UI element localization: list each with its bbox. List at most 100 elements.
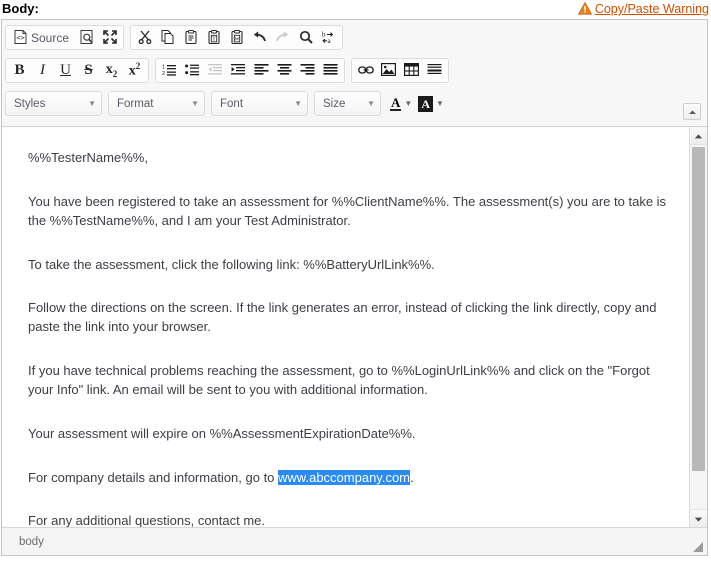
italic-icon: I [40,63,45,78]
indent-icon [231,63,246,78]
preview-button[interactable] [75,27,98,48]
editable-content[interactable]: %%TesterName%%, You have been registered… [2,127,689,527]
copy-icon [161,30,175,46]
clipboard-text-icon: T [207,30,221,46]
svg-text:a: a [328,37,332,44]
format-dropdown-label: Format [117,98,153,110]
copy-button[interactable] [156,27,179,48]
align-left-button[interactable] [250,60,273,81]
clipboard-word-icon: W [230,30,244,46]
editor-footer: body [2,527,707,555]
image-button[interactable] [377,60,400,81]
format-dropdown[interactable]: Format ▼ [108,91,205,116]
superscript-icon: x2 [129,62,141,79]
paragraph-expiration: Your assessment will expire on %%Assessm… [28,425,667,444]
selected-url-text[interactable]: www.abccompany.com [278,470,410,485]
toolbar-group-colors: A ▼ A ▼ [387,91,447,116]
text-color-button[interactable]: A ▼ [387,93,415,114]
bold-icon: B [14,63,24,78]
header-row: Body: Copy/Paste Warning [0,0,711,19]
source-button-label: Source [31,32,69,44]
strike-button[interactable]: S [77,60,100,81]
cut-button[interactable] [133,27,156,48]
styles-dropdown-label: Styles [14,98,45,110]
paragraph-company-details: For company details and information, go … [28,469,667,488]
toolbar-collapse-button[interactable] [683,103,701,120]
link-button[interactable] [354,60,377,81]
element-path-body[interactable]: body [19,536,44,548]
toolbar-row-document: <> Source [5,24,704,51]
maximize-button[interactable] [98,27,121,48]
styles-dropdown[interactable]: Styles ▼ [5,91,102,116]
paste-word-button[interactable]: W [225,27,248,48]
paragraph-closing: For any additional questions, contact me… [28,512,667,527]
replace-button[interactable]: b a [317,27,340,48]
align-justify-icon [323,63,338,78]
align-right-button[interactable] [296,60,319,81]
table-button[interactable] [400,60,423,81]
bulleted-list-icon [185,63,200,78]
scissors-icon [138,30,152,46]
scrollbar-track[interactable] [690,145,707,509]
paragraph-directions: Follow the directions on the screen. If … [28,299,667,337]
editor-toolbar: <> Source [2,20,707,127]
align-right-icon [300,63,315,78]
warning-triangle-icon [578,2,592,18]
bold-button[interactable]: B [8,60,31,81]
background-color-button[interactable]: A ▼ [415,93,447,114]
paragraph-take-assessment: To take the assessment, click the follow… [28,256,667,275]
paragraph-tester-name: %%TesterName%%, [28,149,667,168]
toolbar-group-clipboard: T W [130,25,343,50]
strikethrough-icon: S [84,63,92,78]
chevron-down-icon: ▼ [294,100,302,108]
paste-button[interactable] [179,27,202,48]
source-button[interactable]: <> Source [8,27,75,48]
redo-arrow-icon [275,30,290,46]
ckeditor-frame: <> Source [1,19,708,556]
bulleted-list-button[interactable] [181,60,204,81]
copy-paste-warning-link[interactable]: Copy/Paste Warning [578,2,709,18]
superscript-button[interactable]: x2 [123,60,146,81]
scrollbar-thumb[interactable] [692,147,705,471]
scrollbar-up-button[interactable] [690,127,707,145]
link-icon [358,64,374,78]
svg-text:b: b [322,30,326,38]
resize-grip-icon[interactable] [692,540,704,552]
horizontal-rule-button[interactable] [423,60,446,81]
paste-text-button[interactable]: T [202,27,225,48]
editor-scrollbar[interactable] [689,127,707,527]
paragraph-technical-problems: If you have technical problems reaching … [28,362,667,400]
company-line-before: For company details and information, go … [28,470,278,485]
horizontal-rule-icon [427,63,442,78]
italic-button[interactable]: I [31,60,54,81]
magnifier-icon [299,30,313,46]
editor-page: Body: Copy/Paste Warning [0,0,711,562]
clipboard-icon [184,30,198,46]
image-icon [381,63,396,78]
subscript-button[interactable]: x2 [100,60,123,81]
maximize-icon [103,30,117,46]
align-center-button[interactable] [273,60,296,81]
underline-button[interactable]: U [54,60,77,81]
chevron-down-icon: ▼ [88,100,96,108]
background-color-icon: A [418,96,433,112]
paragraph-registration: You have been registered to take an asse… [28,193,667,231]
size-dropdown[interactable]: Size ▼ [314,91,381,116]
editing-area-wrapper: %%TesterName%%, You have been registered… [2,127,707,527]
font-dropdown[interactable]: Font ▼ [211,91,308,116]
text-color-icon: A [390,96,401,111]
company-line-after: . [410,470,414,485]
underline-icon: U [60,63,71,78]
numbered-list-button[interactable]: 1 2 [158,60,181,81]
outdent-button [204,60,227,81]
svg-text:2: 2 [162,71,165,76]
undo-arrow-icon [252,30,267,46]
justify-button[interactable] [319,60,342,81]
align-center-icon [277,63,292,78]
svg-text:T: T [212,36,216,42]
undo-button[interactable] [248,27,271,48]
indent-button[interactable] [227,60,250,81]
find-button[interactable] [294,27,317,48]
scrollbar-down-button[interactable] [690,509,707,527]
preview-icon [80,30,94,46]
